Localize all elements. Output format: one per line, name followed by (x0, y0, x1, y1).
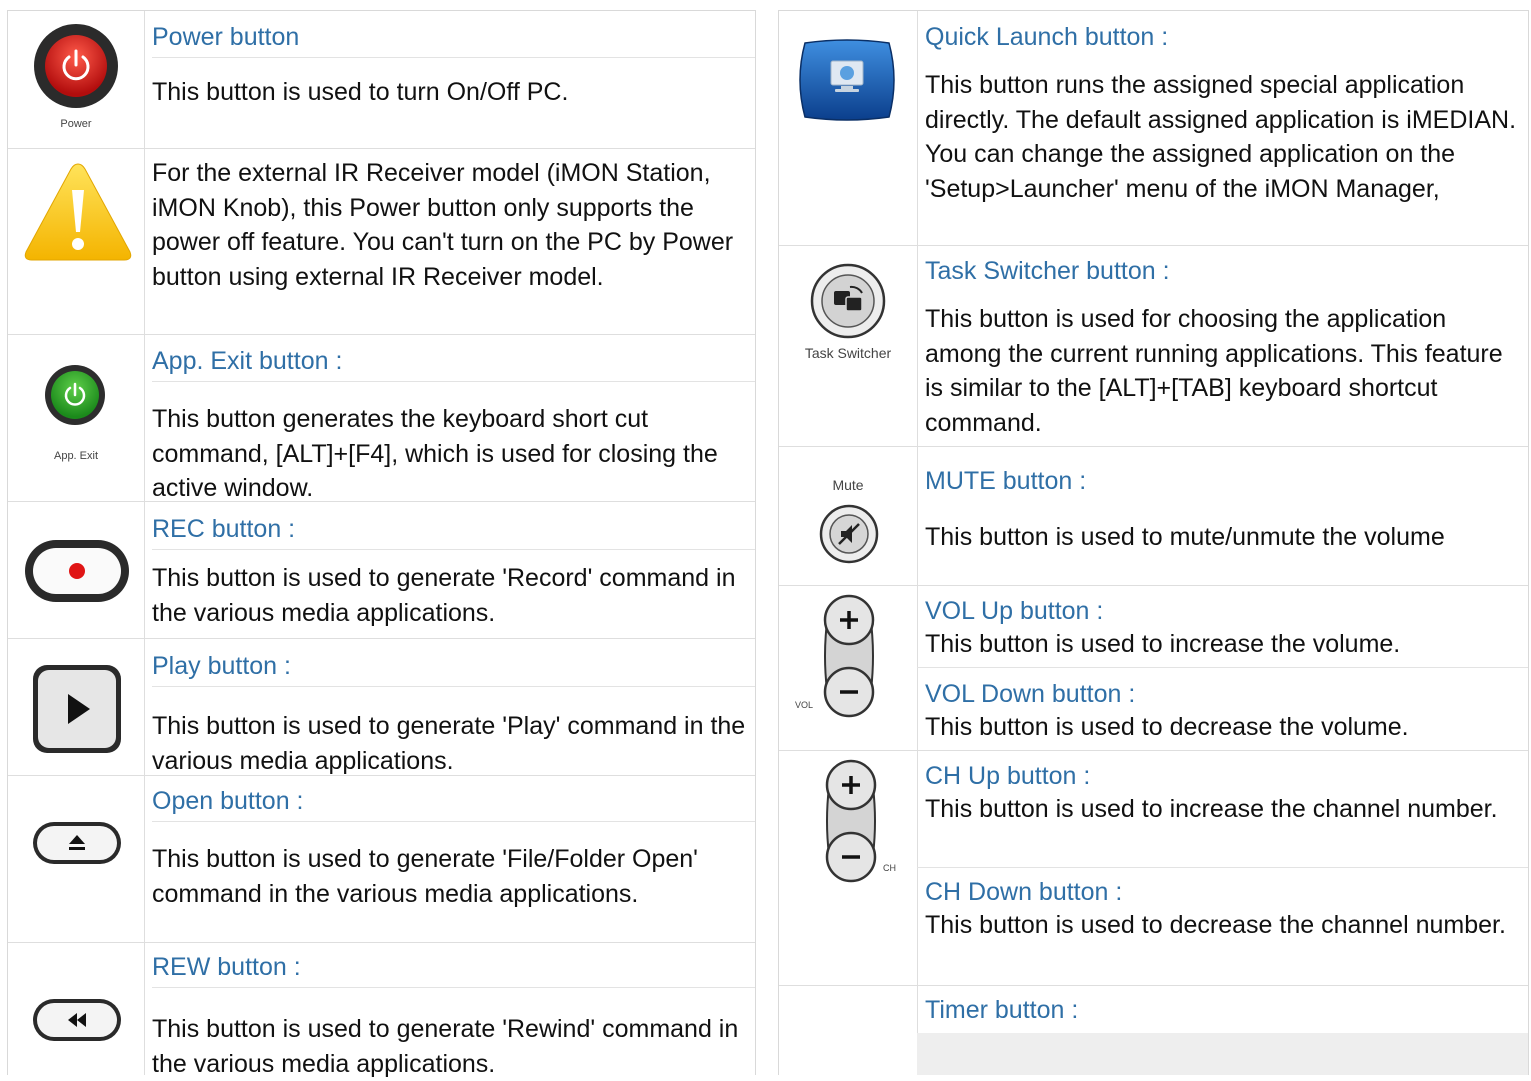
rewind-icon (33, 999, 121, 1041)
mute-icon (819, 504, 879, 564)
left-column: Power Power button This button is used t… (7, 10, 756, 1078)
rec-title: REC button : (152, 515, 755, 550)
task-switcher-entry: Task Switcher Task Switcher button : Thi… (779, 245, 1528, 447)
rew-desc: This button is used to generate 'Rewind'… (152, 1015, 739, 1078)
app-exit-title: App. Exit button : (152, 347, 755, 382)
power-icon (34, 24, 118, 108)
app-exit-entry: App. Exit App. Exit button : This button… (8, 334, 755, 502)
mute-entry: Mute MUTE button : This button is used t… (779, 446, 1528, 586)
power-desc: This button is used to turn On/Off PC. (152, 78, 569, 106)
channel-rocker-icon (825, 759, 877, 883)
icon-cell (8, 775, 145, 942)
play-desc: This button is used to generate 'Play' c… (152, 712, 746, 775)
quick-launch-entry: Quick Launch button : This button runs t… (779, 11, 1528, 246)
rec-desc: This button is used to generate 'Record'… (152, 564, 736, 627)
power-title: Power button (152, 23, 755, 58)
app-exit-desc: This button generates the keyboard short… (152, 405, 718, 502)
channel-caption: CH (883, 863, 896, 873)
timer-entry: Timer button : (779, 985, 1528, 1075)
icon-cell (8, 638, 145, 775)
vol-down-desc: This button is used to decrease the volu… (925, 713, 1409, 741)
power-entry: Power Power button This button is used t… (8, 11, 755, 149)
icon-cell: Power (8, 11, 145, 148)
mute-caption: Mute (832, 477, 864, 493)
mute-title: MUTE button : (925, 467, 1087, 495)
right-column: Quick Launch button : This button runs t… (778, 10, 1529, 1075)
warning-desc: For the external IR Receiver model (iMON… (152, 159, 734, 291)
task-switcher-icon (810, 263, 886, 339)
timer-title: Timer button : (925, 996, 1079, 1024)
power-caption: Power (60, 118, 92, 130)
app-exit-icon (45, 365, 105, 425)
open-desc: This button is used to generate 'File/Fo… (152, 845, 698, 908)
task-switcher-desc: This button is used for choosing the app… (925, 305, 1503, 437)
play-entry: Play button : This button is used to gen… (8, 638, 755, 776)
quick-launch-desc: This button runs the assigned special ap… (925, 71, 1517, 203)
icon-cell: Mute (779, 446, 918, 585)
icon-cell (779, 11, 918, 245)
ch-up-title: CH Up button : (925, 762, 1091, 790)
open-entry: Open button : This button is used to gen… (8, 775, 755, 943)
quick-launch-title: Quick Launch button : (925, 23, 1169, 51)
play-title: Play button : (152, 652, 755, 687)
icon-cell: VOL (779, 585, 918, 750)
vol-down-title: VOL Down button : (925, 680, 1136, 708)
eject-icon (33, 822, 121, 864)
app-exit-caption: App. Exit (53, 450, 99, 462)
play-icon (33, 665, 121, 753)
icon-cell (8, 942, 145, 1075)
task-switcher-caption: Task Switcher (804, 345, 892, 361)
timer-content-area (917, 1033, 1528, 1075)
rew-title: REW button : (152, 953, 755, 988)
ch-up-desc: This button is used to increase the chan… (925, 795, 1498, 823)
task-switcher-title: Task Switcher button : (925, 257, 1170, 285)
icon-cell (8, 148, 145, 334)
icon-cell (779, 985, 918, 1075)
icon-cell: App. Exit (8, 334, 145, 501)
divider (917, 867, 1528, 868)
volume-entry: VOL VOL Up button : This button is used … (779, 585, 1528, 751)
icon-cell: Task Switcher (779, 245, 918, 446)
ch-down-desc: This button is used to decrease the chan… (925, 911, 1506, 939)
rec-entry: REC button : This button is used to gene… (8, 501, 755, 639)
icon-cell: CH (779, 750, 918, 985)
rew-entry: REW button : This button is used to gene… (8, 942, 755, 1078)
record-icon (25, 540, 129, 602)
open-title: Open button : (152, 787, 755, 822)
vol-up-title: VOL Up button : (925, 597, 1104, 625)
volume-rocker-icon (823, 594, 875, 718)
vol-up-desc: This button is used to increase the volu… (925, 630, 1401, 658)
warning-entry: For the external IR Receiver model (iMON… (8, 148, 755, 335)
icon-cell (8, 501, 145, 638)
volume-caption: VOL (795, 700, 814, 710)
channel-entry: CH CH Up button : This button is used to… (779, 750, 1528, 986)
ch-down-title: CH Down button : (925, 878, 1123, 906)
warning-icon (24, 163, 132, 261)
mute-desc: This button is used to mute/unmute the v… (925, 523, 1445, 551)
divider (917, 667, 1528, 668)
monitor-icon (799, 39, 895, 121)
